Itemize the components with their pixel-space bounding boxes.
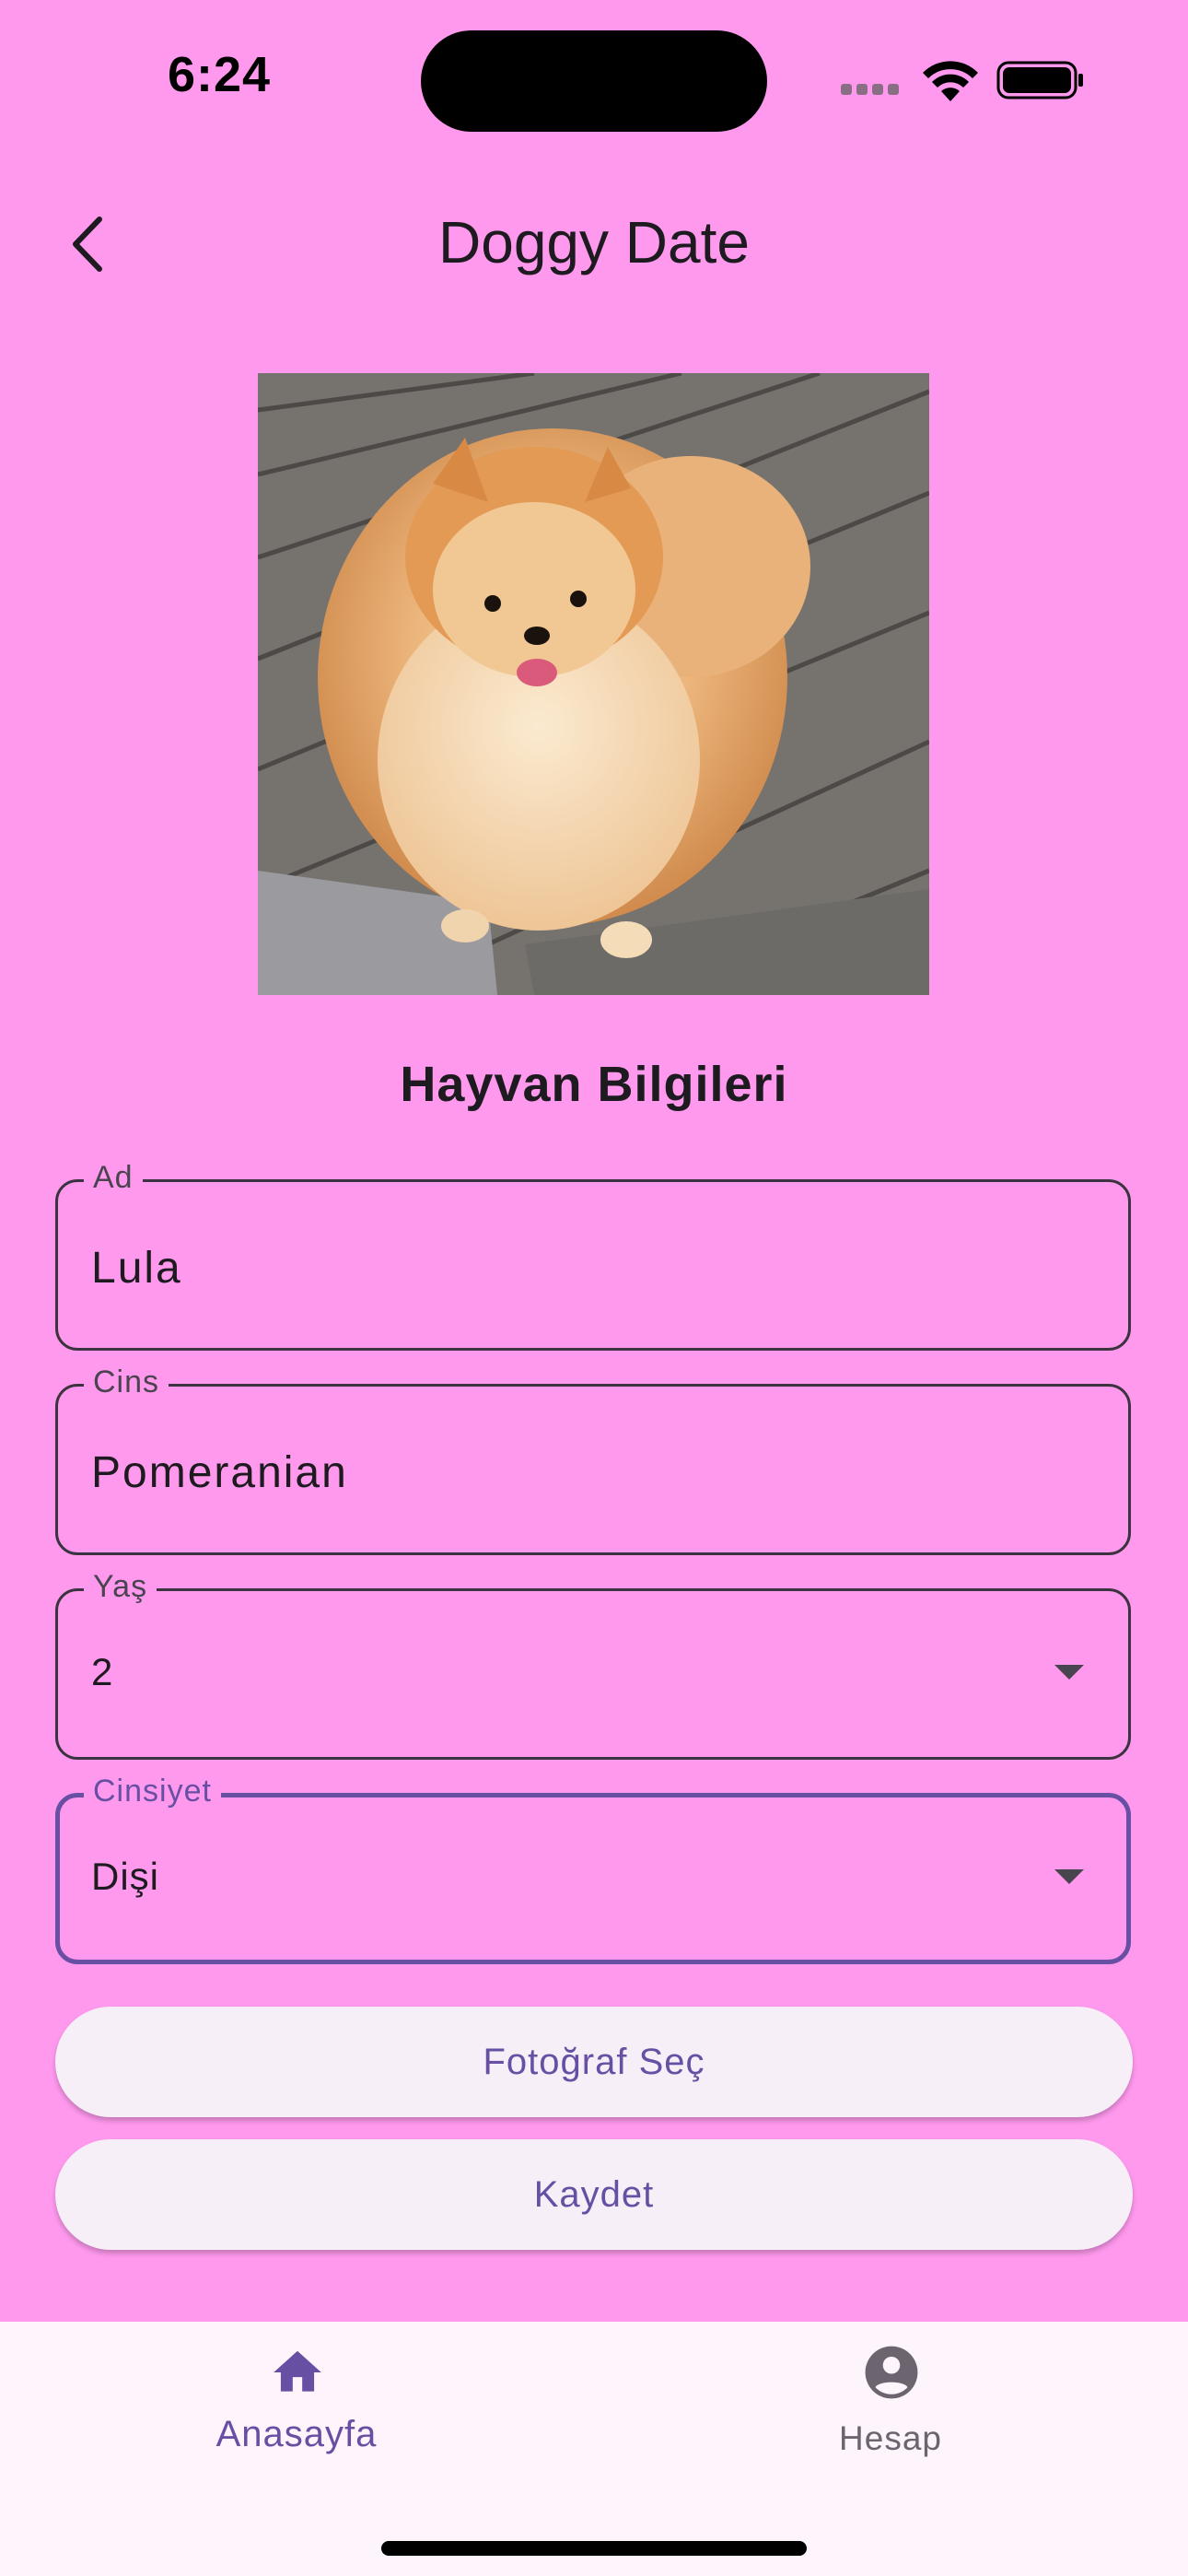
gender-dropdown-value: Dişi <box>91 1855 159 1898</box>
breed-field-value[interactable]: Pomeranian <box>91 1447 348 1498</box>
nav-item-home-label: Anasayfa <box>215 2414 378 2454</box>
gender-dropdown[interactable]: Cinsiyet Dişi <box>55 1774 1131 1964</box>
nav-item-home[interactable]: Anasayfa <box>112 2322 481 2506</box>
nav-item-account[interactable]: Hesap <box>706 2322 1075 2506</box>
app-bar: Doggy Date <box>0 175 1188 313</box>
save-button[interactable]: Kaydet <box>55 2139 1133 2250</box>
name-field-value[interactable]: Lula <box>91 1243 182 1294</box>
dynamic-island <box>421 30 767 132</box>
breed-field-label: Cins <box>84 1364 169 1400</box>
bottom-navigation: Anasayfa Hesap <box>0 2322 1188 2576</box>
status-bar: 6:24 <box>0 0 1188 157</box>
account-circle-icon <box>865 2346 918 2399</box>
dog-image <box>258 373 929 995</box>
age-dropdown-value: 2 <box>91 1650 114 1693</box>
gender-dropdown-label: Cinsiyet <box>84 1774 221 1809</box>
arrow-drop-down-icon[interactable] <box>1054 1665 1084 1680</box>
page-title: Doggy Date <box>438 209 750 275</box>
status-time: 6:24 <box>168 47 272 102</box>
choose-photo-button[interactable]: Fotoğraf Seç <box>55 2007 1133 2117</box>
breed-field[interactable]: Cins Pomeranian <box>55 1364 1131 1555</box>
home-icon <box>274 2350 321 2392</box>
arrow-drop-down-icon[interactable] <box>1054 1869 1084 1884</box>
name-field[interactable]: Ad Lula <box>55 1160 1131 1351</box>
name-field-label: Ad <box>84 1160 143 1196</box>
battery-icon <box>996 61 1083 100</box>
home-indicator <box>381 2541 807 2556</box>
wifi-icon <box>923 61 978 101</box>
section-title: Hayvan Bilgileri <box>400 1057 788 1112</box>
cellular-signal-icon <box>841 83 905 96</box>
age-dropdown-label: Yaş <box>84 1569 157 1605</box>
nav-item-account-label: Hesap <box>839 2419 942 2457</box>
pet-photo <box>258 373 929 995</box>
age-dropdown[interactable]: Yaş 2 <box>55 1569 1131 1760</box>
